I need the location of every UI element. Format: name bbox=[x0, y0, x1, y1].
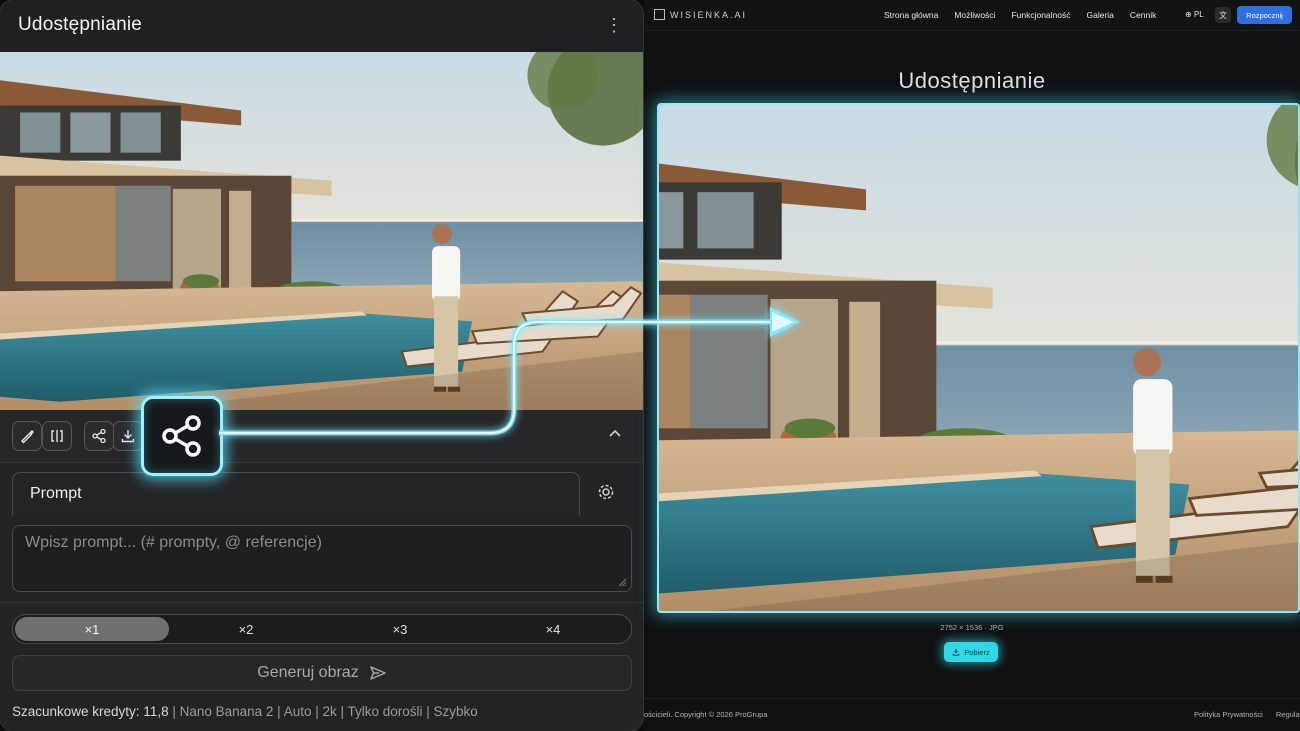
resize-grip-icon[interactable] bbox=[617, 577, 627, 587]
share-icon bbox=[92, 428, 106, 444]
start-button[interactable]: Rozpocznij bbox=[1237, 6, 1292, 24]
multiplier-selector: ×1 ×2 ×3 ×4 bbox=[12, 614, 632, 644]
chevron-up-icon[interactable] bbox=[605, 424, 625, 444]
footer-links: Polityka Prywatności Regula bbox=[1194, 710, 1300, 719]
download-icon bbox=[953, 648, 960, 656]
page-title: Udostępnianie bbox=[898, 68, 1046, 93]
brush-icon bbox=[21, 430, 34, 444]
multiplier-x1[interactable]: ×1 bbox=[15, 617, 169, 641]
compare-icon bbox=[51, 430, 63, 442]
panel-title: Udostępnianie bbox=[18, 14, 143, 35]
top-nav: WISIENKA.AI Strona główna Możliwości Fun… bbox=[644, 0, 1300, 31]
credits-label: Szacunkowe kredyty: 11,8 bbox=[12, 704, 169, 719]
footer-divider bbox=[644, 698, 1300, 699]
download-button[interactable] bbox=[113, 421, 143, 451]
multiplier-x2[interactable]: ×2 bbox=[169, 617, 323, 641]
download-label: Pobierz bbox=[964, 647, 990, 657]
nav-links: Strona główna Możliwości Funkcjonalność … bbox=[884, 10, 1172, 20]
share-highlight[interactable] bbox=[141, 396, 223, 476]
nav-item-gallery[interactable]: Galeria bbox=[1087, 10, 1114, 20]
editor-panel: Udostępnianie ⋮ Prompt ×1 ×2 ×3 ×4 bbox=[0, 0, 643, 731]
download-button[interactable]: Pobierz bbox=[944, 642, 998, 662]
site-logo[interactable]: WISIENKA.AI bbox=[654, 9, 747, 20]
globe-icon: ⊕ bbox=[1185, 10, 1192, 19]
panel-header: Udostępnianie ⋮ bbox=[0, 0, 643, 53]
prompt-field bbox=[12, 525, 632, 592]
generate-label: Generuj obraz bbox=[257, 664, 359, 681]
language-switch[interactable]: ⊕ PL bbox=[1185, 10, 1204, 19]
nav-item-features[interactable]: Możliwości bbox=[954, 10, 995, 20]
multiplier-x4[interactable]: ×4 bbox=[476, 617, 630, 641]
image-toolbar bbox=[0, 410, 643, 463]
gear-icon[interactable] bbox=[596, 482, 616, 502]
nav-item-pricing[interactable]: Cennik bbox=[1130, 10, 1156, 20]
prompt-tab-label: Prompt bbox=[30, 485, 82, 502]
credits-details: | Nano Banana 2 | Auto | 2k | Tylko doro… bbox=[168, 704, 478, 719]
generated-image-preview bbox=[0, 52, 643, 410]
shared-image bbox=[657, 103, 1300, 613]
share-button[interactable] bbox=[84, 421, 114, 451]
footer-link-terms[interactable]: Regula bbox=[1276, 710, 1300, 719]
generate-button[interactable]: Generuj obraz bbox=[12, 655, 632, 691]
nav-item-functionality[interactable]: Funkcjonalność bbox=[1011, 10, 1070, 20]
credits-info: Szacunkowe kredyty: 11,8 | Nano Banana 2… bbox=[12, 704, 478, 719]
theme-toggle-button[interactable]: 文 bbox=[1215, 7, 1231, 23]
download-icon bbox=[121, 430, 135, 443]
send-icon bbox=[369, 666, 386, 680]
share-icon bbox=[162, 415, 201, 457]
footer-link-privacy[interactable]: Polityka Prywatności bbox=[1194, 710, 1263, 719]
translate-icon: 文 bbox=[1219, 10, 1227, 20]
language-label: PL bbox=[1193, 10, 1204, 19]
prompt-input[interactable] bbox=[13, 526, 631, 591]
kebab-vertical-icon[interactable]: ⋮ bbox=[605, 16, 623, 34]
logo-mark-icon bbox=[654, 9, 665, 20]
nav-item-home[interactable]: Strona główna bbox=[884, 10, 938, 20]
divider bbox=[0, 602, 643, 603]
edit-button[interactable] bbox=[12, 421, 42, 451]
prompt-tab[interactable]: Prompt bbox=[12, 472, 580, 515]
multiplier-x3[interactable]: ×3 bbox=[323, 617, 477, 641]
copyright: ościcieli. Copyright © 2026 ProGrupa bbox=[644, 710, 768, 719]
compare-button[interactable] bbox=[42, 421, 72, 451]
logo-text: WISIENKA.AI bbox=[670, 9, 748, 20]
share-page: WISIENKA.AI Strona główna Możliwości Fun… bbox=[644, 0, 1300, 731]
image-meta: 2752 × 1536 · JPG bbox=[940, 623, 1004, 632]
